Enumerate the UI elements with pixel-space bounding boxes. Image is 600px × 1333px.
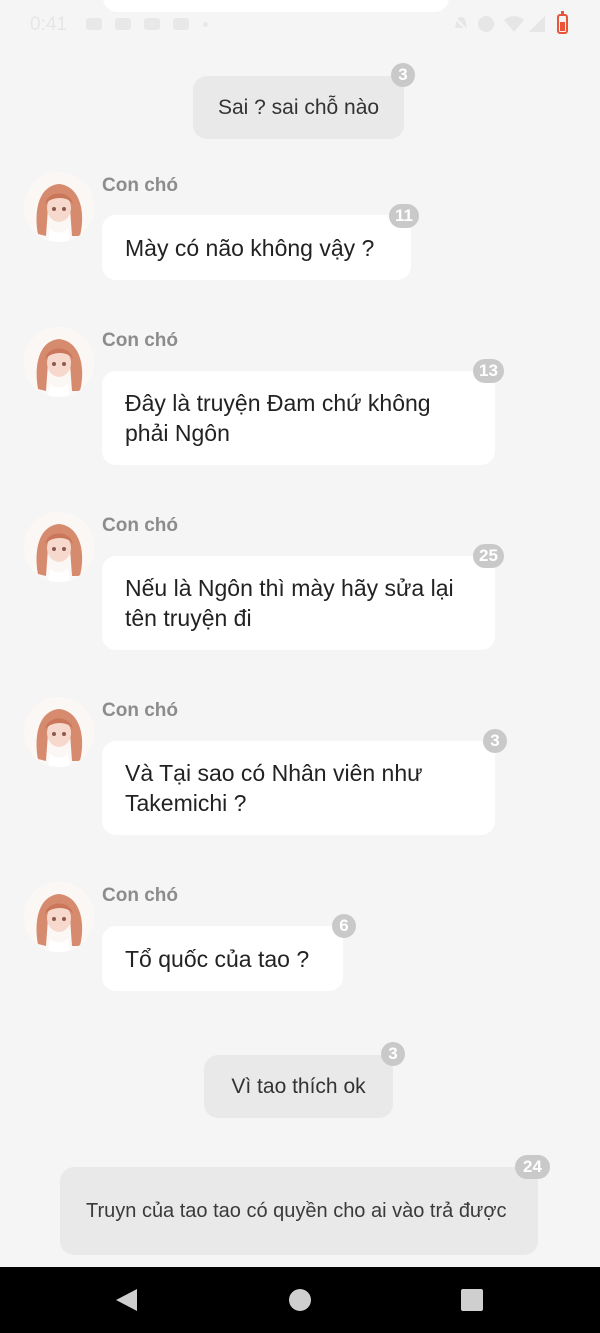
status-bar: 0:41 (0, 0, 600, 52)
message-text: Vì tao thích ok (231, 1074, 366, 1098)
avatar[interactable] (24, 512, 94, 582)
message-bubble[interactable]: Vì tao thích ok (204, 1055, 393, 1118)
avatar-image (24, 327, 94, 397)
signal-icon (529, 16, 545, 32)
message-bubble[interactable]: Tổ quốc của tao ? (102, 926, 343, 991)
wifi-icon (504, 16, 524, 32)
notification-icon (173, 18, 189, 30)
reaction-count-badge[interactable]: 3 (391, 63, 415, 87)
avatar[interactable] (24, 172, 94, 242)
message-text: Sai ? sai chỗ nào (217, 95, 380, 119)
avatar[interactable] (24, 327, 94, 397)
more-notifications-icon (203, 22, 208, 27)
message-text: Mày có não không vậy ? (125, 234, 375, 261)
message-text: Truyn của tao tao có quyền cho ai vào tr… (86, 1200, 507, 1222)
recents-icon[interactable] (460, 1288, 484, 1312)
message-text: Đây là truyện Đam chứ không phải Ngôn (125, 390, 431, 446)
message-bubble[interactable]: Nếu là Ngôn thì mày hãy sửa lại tên truy… (102, 556, 495, 650)
battery-icon (557, 11, 568, 34)
status-time: 0:41 (30, 14, 67, 35)
mute-icon (453, 16, 469, 32)
previous-message-bubble (103, 0, 449, 12)
avatar-image (24, 172, 94, 242)
avatar-image (24, 882, 94, 952)
message-bubble[interactable]: Đây là truyện Đam chứ không phải Ngôn (102, 371, 495, 465)
reaction-count-badge[interactable]: 11 (389, 204, 419, 228)
message-bubble[interactable]: Và Tại sao có Nhân viên như Takemichi ? (102, 741, 495, 835)
avatar[interactable] (24, 882, 94, 952)
reaction-count-badge[interactable]: 25 (473, 544, 504, 568)
sender-name: Con chó (102, 330, 178, 351)
navigation-bar (0, 1267, 600, 1333)
reaction-count-badge[interactable]: 6 (332, 914, 356, 938)
message-text: Và Tại sao có Nhân viên như Takemichi ? (125, 760, 423, 816)
notification-icon (115, 18, 131, 30)
message-text: Tổ quốc của tao ? (125, 945, 310, 972)
notification-icon (86, 18, 102, 30)
back-icon[interactable] (113, 1287, 139, 1313)
reaction-count-badge[interactable]: 3 (381, 1042, 405, 1066)
notification-icon (144, 18, 160, 30)
sender-name: Con chó (102, 515, 178, 536)
data-saver-icon (478, 16, 494, 32)
avatar[interactable] (24, 697, 94, 767)
message-bubble[interactable]: Sai ? sai chỗ nào (193, 76, 404, 139)
reaction-count-badge[interactable]: 3 (483, 729, 507, 753)
sender-name: Con chó (102, 175, 178, 196)
home-icon[interactable] (288, 1288, 312, 1312)
sender-name: Con chó (102, 885, 178, 906)
message-text: Nếu là Ngôn thì mày hãy sửa lại tên truy… (125, 575, 454, 631)
message-bubble[interactable]: Truyn của tao tao có quyền cho ai vào tr… (60, 1167, 538, 1255)
sender-name: Con chó (102, 700, 178, 721)
reaction-count-badge[interactable]: 13 (473, 359, 504, 383)
avatar-image (24, 512, 94, 582)
avatar-image (24, 697, 94, 767)
message-bubble[interactable]: Mày có não không vậy ? (102, 215, 411, 280)
reaction-count-badge[interactable]: 24 (515, 1155, 550, 1179)
